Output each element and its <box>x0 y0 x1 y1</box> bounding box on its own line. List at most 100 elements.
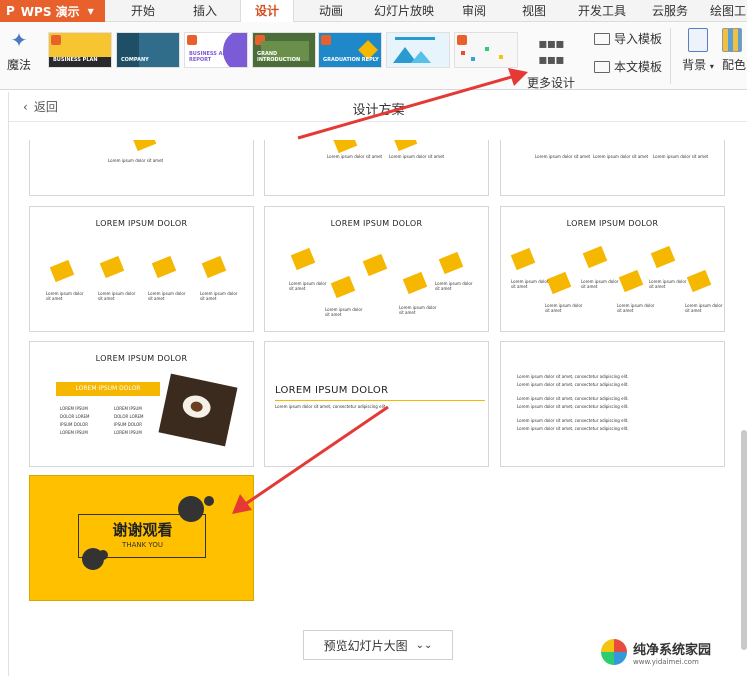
double-chevron-down-icon: ⌄⌄ <box>415 639 433 651</box>
slide-body-text: Lorem ipsum dolor sit amet <box>389 154 445 159</box>
scrollbar-thumb[interactable] <box>741 430 747 650</box>
wps-app-menu-button[interactable]: P WPS 演示 ▼ <box>0 0 105 22</box>
template-badge-icon <box>51 35 61 45</box>
tab-drawing[interactable]: 绘图工 <box>704 0 747 22</box>
panel-header: ‹ 返回 设计方案 <box>9 92 747 122</box>
yellow-tile-icon <box>618 269 644 293</box>
magic-button[interactable]: ✦ 魔法 <box>4 28 34 73</box>
menu-tab-bar: P WPS 演示 ▼ 开始 插入 设计 动画 幻灯片放映 审阅 视图 开发工具 … <box>0 0 747 22</box>
slide-body-text: Lorem ipsum dolor sit amet <box>685 303 723 313</box>
template-name: GRAND INTRODUCTION <box>257 51 301 63</box>
template-name: COMPANY <box>121 57 149 63</box>
slide-bullet-text: Lorem ipsum dolor sit amet, consectetur … <box>517 404 629 409</box>
yellow-tile-icon <box>392 140 418 152</box>
color-scheme-button[interactable]: 配色 <box>722 28 747 73</box>
color-scheme-label: 配色 <box>722 58 747 72</box>
slide-heading: LOREM IPSUM DOLOR <box>95 219 188 228</box>
yellow-tile-icon <box>438 251 464 275</box>
color-palette-icon <box>722 28 742 52</box>
tab-animation[interactable]: 动画 <box>306 0 356 22</box>
template-thumbnail[interactable]: GRAND INTRODUCTION <box>252 32 316 68</box>
slide-bullet-text: Lorem ipsum dolor sit amet, consectetur … <box>517 418 629 423</box>
slide-body-text: Lorem ipsum dolor sit amet, consectetur … <box>275 404 387 409</box>
watermark-logo-icon <box>601 639 627 665</box>
template-thumbnail[interactable]: BUSINESS PLAN <box>48 32 112 68</box>
template-thumbnail[interactable] <box>386 32 450 68</box>
slide-body-text: Lorem ipsum dolor sit amet <box>581 279 619 289</box>
magic-wand-icon: ✦ <box>10 28 28 52</box>
tab-slideshow[interactable]: 幻灯片放映 <box>364 0 444 22</box>
import-template-icon <box>594 32 610 45</box>
background-button[interactable]: 背景 ▾ <box>680 28 716 73</box>
slide-body-text: Lorem ipsum dolor sit amet <box>148 291 186 301</box>
table-cell: LOREM IPSUM <box>114 430 142 435</box>
slide-body-text: Lorem ipsum dolor sit amet <box>593 154 649 159</box>
thank-you-slide-card[interactable]: 谢谢观看 THANK YOU <box>29 475 254 601</box>
slide-body-text: Lorem ipsum dolor sit amet <box>617 303 655 313</box>
slide-layout-card[interactable]: LOREM IPSUM DOLOR Lorem ipsum dolor sit … <box>264 206 489 332</box>
table-cell: DOLOR LOREM <box>60 414 90 419</box>
slide-body-text: Lorem ipsum dolor sit amet <box>46 291 84 301</box>
ribbon-divider <box>670 28 671 84</box>
template-thumbnail[interactable]: BUSINESS ANNUAL REPORT <box>184 32 248 68</box>
slide-banner-text: LOREM IPSUM DOLOR <box>75 385 141 392</box>
slide-bullet-text: Lorem ipsum dolor sit amet, consectetur … <box>517 374 629 379</box>
more-design-button[interactable]: ▪▪▪ ▪▪▪ 更多设计 <box>525 36 577 91</box>
table-cell: LOREM IPSUM <box>60 406 88 411</box>
yellow-tile-icon <box>510 247 536 271</box>
tab-insert[interactable]: 插入 <box>180 0 230 22</box>
tab-review[interactable]: 审阅 <box>452 0 496 22</box>
template-name: BUSINESS ANNUAL REPORT <box>189 51 242 63</box>
app-window: P WPS 演示 ▼ 开始 插入 设计 动画 幻灯片放映 审阅 视图 开发工具 … <box>0 0 747 676</box>
yellow-tile-icon <box>201 255 227 279</box>
tab-cloud[interactable]: 云服务 <box>642 0 698 22</box>
tab-developer[interactable]: 开发工具 <box>570 0 634 22</box>
divider-line <box>275 400 485 401</box>
this-template-button[interactable]: 本文模板 <box>594 58 662 75</box>
slide-layout-card[interactable]: LOREM IPSUM DOLOR LOREM IPSUM DOLOR LORE… <box>29 341 254 467</box>
slide-layout-card[interactable]: LOREM IPSUM DOLOR Lorem ipsum dolor sit … <box>264 341 489 467</box>
template-thumbnail[interactable]: COMPANY <box>116 32 180 68</box>
preview-large-slides-button[interactable]: 预览幻灯片大图 ⌄⌄ <box>303 630 453 660</box>
site-watermark: 纯净系统家园 www.yidaimei.com <box>601 634 741 670</box>
grid-icon: ▪▪▪ ▪▪▪ <box>538 36 564 68</box>
table-cell: LOREM IPSUM <box>114 406 142 411</box>
yellow-tile-icon <box>151 255 177 279</box>
template-thumbnail[interactable] <box>454 32 518 68</box>
slide-heading: LOREM IPSUM DOLOR <box>330 219 423 228</box>
import-template-button[interactable]: 导入模板 <box>594 30 662 47</box>
decorative-circle <box>178 496 204 522</box>
yellow-tile-icon <box>332 140 358 154</box>
decorative-circle <box>204 496 214 506</box>
watermark-url: www.yidaimei.com <box>633 657 699 666</box>
yellow-tile-icon <box>49 259 75 283</box>
slide-layout-card[interactable]: Lorem ipsum dolor sit amet Lorem ipsum d… <box>500 140 725 196</box>
slide-bullet-text: Lorem ipsum dolor sit amet, consectetur … <box>517 382 629 387</box>
slide-body-text: Lorem ipsum dolor sit amet <box>653 154 709 159</box>
slide-layout-card[interactable]: Lorem ipsum dolor sit amet <box>29 140 254 196</box>
wps-logo-icon: P <box>6 4 15 18</box>
table-cell: IPSUM DOLOR <box>114 422 143 427</box>
yellow-tile-icon <box>330 275 356 299</box>
slide-layout-card[interactable]: Lorem ipsum dolor sit amet Lorem ipsum d… <box>264 140 489 196</box>
template-thumbnail[interactable]: GRADUATION REPLY <box>318 32 382 68</box>
slide-layout-card[interactable]: Lorem ipsum dolor sit amet, consectetur … <box>500 341 725 467</box>
template-badge-icon <box>457 35 467 45</box>
tab-design[interactable]: 设计 <box>240 0 294 22</box>
tab-view[interactable]: 视图 <box>512 0 556 22</box>
slide-layout-card[interactable]: LOREM IPSUM DOLOR Lorem ipsum dolor sit … <box>29 206 254 332</box>
tab-home[interactable]: 开始 <box>118 0 168 22</box>
slide-body-text: Lorem ipsum dolor sit amet <box>289 281 327 291</box>
slide-heading: LOREM IPSUM DOLOR <box>275 385 389 396</box>
chevron-down-icon: ▼ <box>87 6 94 16</box>
slide-body-text: Lorem ipsum dolor sit amet <box>200 291 238 301</box>
slide-layout-card[interactable]: LOREM IPSUM DOLOR Lorem ipsum dolor sit … <box>500 206 725 332</box>
app-brand-label: WPS 演示 <box>20 4 80 19</box>
yellow-tile-icon <box>131 140 157 152</box>
slide-heading: LOREM IPSUM DOLOR <box>566 219 659 228</box>
background-icon <box>688 28 708 52</box>
template-name: GRADUATION REPLY <box>323 57 379 63</box>
import-template-label: 导入模板 <box>614 32 663 46</box>
panel-title: 设计方案 <box>352 103 405 118</box>
panel-scrollbar[interactable] <box>741 140 747 650</box>
